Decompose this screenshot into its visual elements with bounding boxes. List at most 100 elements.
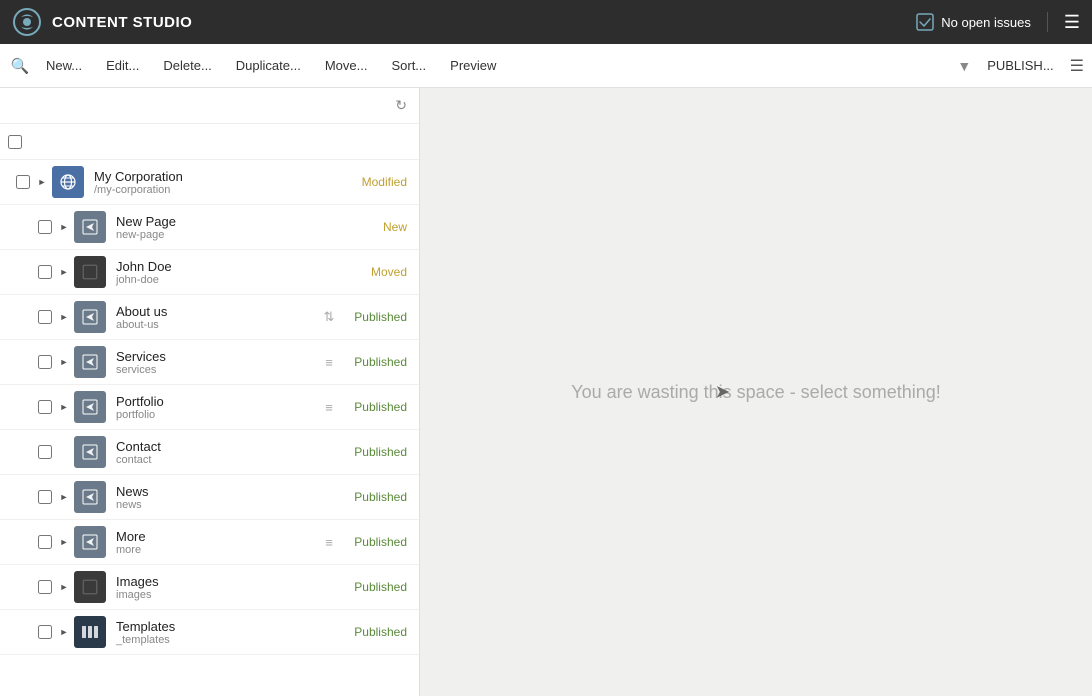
expand-my-corporation[interactable]: ► [34, 174, 50, 190]
tree-item-about-us[interactable]: ► About us about-us ⇅ Published [0, 295, 419, 340]
slug-portfolio: portfolio [116, 409, 319, 421]
expand-john-doe[interactable]: ► [56, 264, 72, 280]
expand-new-page[interactable]: ► [56, 219, 72, 235]
expand-contact [56, 444, 72, 460]
label-new-page: New Page new-page [116, 214, 319, 241]
checkbox-portfolio[interactable] [38, 400, 52, 414]
status-contact: Published [339, 445, 419, 459]
status-services: Published [339, 355, 419, 369]
label-services: Services services [116, 349, 319, 376]
status-my-corporation: Modified [339, 175, 419, 189]
sort-handle-more[interactable]: ≡ [319, 535, 339, 550]
sort-handle-about-us[interactable]: ⇅ [319, 309, 339, 325]
tree-items-container: ► My Corporation /my-corporation Mod [0, 160, 419, 655]
app-title: CONTENT STUDIO [52, 14, 915, 31]
check-square-icon [915, 12, 935, 32]
name-images: Images [116, 574, 319, 589]
name-new-page: New Page [116, 214, 319, 229]
tree-item-templates[interactable]: ► Templates _templates Published [0, 610, 419, 655]
icon-templates [74, 616, 106, 648]
slug-my-corporation: /my-corporation [94, 184, 319, 196]
main-area: ↻ ► My Corporatio [0, 88, 1092, 696]
checkbox-my-corporation[interactable] [16, 175, 30, 189]
expand-news[interactable]: ► [56, 489, 72, 505]
tree-item-news[interactable]: ► News news Published [0, 475, 419, 520]
filter-icon[interactable]: ▼ [957, 58, 971, 74]
icon-new-page [74, 211, 106, 243]
search-button[interactable]: 🔍 [8, 54, 32, 78]
expand-services[interactable]: ► [56, 354, 72, 370]
tree-item-more[interactable]: ► More more ≡ Published [0, 520, 419, 565]
delete-button[interactable]: Delete... [153, 54, 221, 77]
expand-about-us[interactable]: ► [56, 309, 72, 325]
status-about-us: Published [339, 310, 419, 324]
icon-contact [74, 436, 106, 468]
status-news: Published [339, 490, 419, 504]
icon-news [74, 481, 106, 513]
slug-john-doe: john-doe [116, 274, 319, 286]
sort-button[interactable]: Sort... [381, 54, 436, 77]
expand-templates[interactable]: ► [56, 624, 72, 640]
tree-select-all-row [0, 124, 419, 160]
checkbox-more[interactable] [38, 535, 52, 549]
move-button[interactable]: Move... [315, 54, 378, 77]
status-new-page: New [339, 220, 419, 234]
status-more: Published [339, 535, 419, 549]
tree-item-john-doe[interactable]: ► John Doe john-doe Moved [0, 250, 419, 295]
no-issues-indicator[interactable]: No open issues [915, 12, 1031, 32]
expand-portfolio[interactable]: ► [56, 399, 72, 415]
preview-button[interactable]: Preview [440, 54, 506, 77]
label-news: News news [116, 484, 319, 511]
label-my-corporation: My Corporation /my-corporation [94, 169, 319, 196]
slug-images: images [116, 589, 319, 601]
checkbox-news[interactable] [38, 490, 52, 504]
name-more: More [116, 529, 319, 544]
tree-item-services[interactable]: ► Services services ≡ Published [0, 340, 419, 385]
slug-services: services [116, 364, 319, 376]
checkbox-new-page[interactable] [38, 220, 52, 234]
sort-handle-portfolio[interactable]: ≡ [319, 400, 339, 415]
status-portfolio: Published [339, 400, 419, 414]
name-about-us: About us [116, 304, 319, 319]
icon-images [74, 571, 106, 603]
checkbox-templates[interactable] [38, 625, 52, 639]
checkbox-about-us[interactable] [38, 310, 52, 324]
checkbox-john-doe[interactable] [38, 265, 52, 279]
label-about-us: About us about-us [116, 304, 319, 331]
name-portfolio: Portfolio [116, 394, 319, 409]
expand-more[interactable]: ► [56, 534, 72, 550]
select-all-checkbox[interactable] [8, 135, 22, 149]
name-my-corporation: My Corporation [94, 169, 319, 184]
checkbox-services[interactable] [38, 355, 52, 369]
label-john-doe: John Doe john-doe [116, 259, 319, 286]
tree-item-images[interactable]: ► Images images Published [0, 565, 419, 610]
slug-more: more [116, 544, 319, 556]
topbar-divider [1047, 12, 1048, 32]
expand-images[interactable]: ► [56, 579, 72, 595]
duplicate-button[interactable]: Duplicate... [226, 54, 311, 77]
topbar-right: No open issues ☰ [915, 12, 1080, 33]
edit-button[interactable]: Edit... [96, 54, 149, 77]
slug-about-us: about-us [116, 319, 319, 331]
label-contact: Contact contact [116, 439, 319, 466]
checkbox-images[interactable] [38, 580, 52, 594]
tree-item-my-corporation[interactable]: ► My Corporation /my-corporation Mod [0, 160, 419, 205]
tree-item-new-page[interactable]: ► New Page new-page New [0, 205, 419, 250]
toolbar: 🔍 New... Edit... Delete... Duplicate... … [0, 44, 1092, 88]
tree-item-portfolio[interactable]: ► Portfolio portfolio ≡ Published [0, 385, 419, 430]
publish-button[interactable]: PUBLISH... [975, 54, 1065, 77]
tree-item-contact[interactable]: Contact contact Published [0, 430, 419, 475]
checkbox-contact[interactable] [38, 445, 52, 459]
name-services: Services [116, 349, 319, 364]
icon-about-us [74, 301, 106, 333]
hamburger-menu-icon[interactable]: ☰ [1064, 12, 1080, 33]
toolbar-list-icon[interactable]: ☰ [1070, 56, 1084, 76]
new-button[interactable]: New... [36, 54, 92, 77]
toolbar-right: ▼ PUBLISH... ☰ [957, 54, 1084, 77]
sort-handle-services[interactable]: ≡ [319, 355, 339, 370]
slug-new-page: new-page [116, 229, 319, 241]
refresh-icon[interactable]: ↻ [395, 97, 407, 114]
app-logo [12, 7, 42, 37]
topbar: CONTENT STUDIO No open issues ☰ [0, 0, 1092, 44]
icon-portfolio [74, 391, 106, 423]
